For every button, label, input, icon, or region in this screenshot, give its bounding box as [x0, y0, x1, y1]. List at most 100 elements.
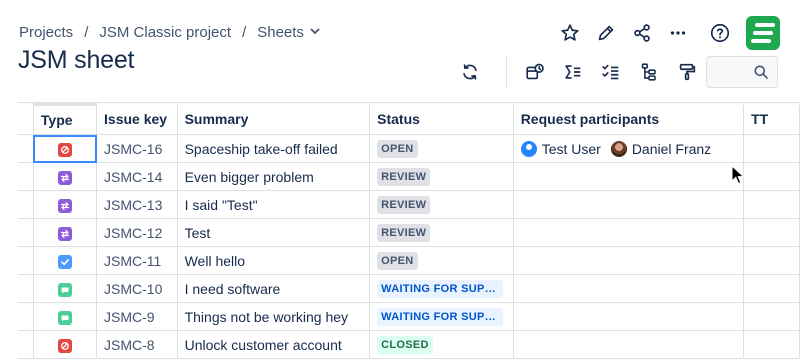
issue-key-cell[interactable]: JSMC-11 [96, 246, 178, 275]
type-cell[interactable] [33, 246, 98, 275]
status-lozenge: REVIEW [377, 167, 431, 186]
breadcrumb-sheets[interactable]: Sheets [257, 24, 304, 41]
app-logo[interactable] [746, 16, 780, 50]
pencil-icon[interactable] [588, 17, 624, 49]
tt-cell[interactable] [743, 162, 800, 191]
summary-cell[interactable]: I said "Test" [177, 190, 371, 219]
ticket-status-icon[interactable] [517, 56, 553, 88]
request-participants-cell[interactable] [513, 190, 745, 219]
tt-cell[interactable] [743, 246, 800, 275]
issue-key-cell[interactable]: JSMC-13 [96, 190, 178, 219]
header-row: Type Issue key Summary Status Request pa… [18, 103, 800, 135]
issue-key-cell[interactable]: JSMC-12 [96, 218, 178, 247]
help-icon[interactable] [702, 17, 738, 49]
status-cell[interactable]: REVIEW [369, 218, 514, 247]
breadcrumb-project[interactable]: JSM Classic project [99, 24, 231, 41]
summary-cell[interactable]: I need software [177, 274, 371, 303]
participant-name: Test User [541, 141, 601, 158]
table-row[interactable]: JSMC-10 I need software WAITING FOR SUPPOR… [18, 274, 800, 303]
summary-cell[interactable]: Well hello [177, 246, 371, 275]
summary-cell[interactable]: Unlock customer account [177, 330, 371, 359]
table-row[interactable]: JSMC-8 Unlock customer account CLOSED [18, 330, 800, 359]
table-row[interactable]: JSMC-16 Spaceship take-off failed OPEN Test… [18, 134, 800, 163]
tt-cell[interactable] [743, 274, 800, 303]
more-icon[interactable] [660, 17, 696, 49]
chevron-down-icon[interactable] [310, 26, 320, 38]
type-cell[interactable] [33, 162, 98, 191]
checklist-icon[interactable] [593, 56, 629, 88]
hierarchy-icon[interactable] [631, 56, 667, 88]
row-gutter[interactable] [18, 134, 34, 163]
type-cell[interactable] [33, 190, 98, 219]
row-gutter[interactable] [18, 218, 34, 247]
summary-cell[interactable]: Test [177, 218, 371, 247]
table-row[interactable]: JSMC-14 Even bigger problem REVIEW [18, 162, 800, 191]
change-type-icon [57, 198, 72, 213]
status-cell[interactable]: OPEN [369, 246, 514, 275]
summary-cell[interactable]: Spaceship take-off failed [177, 134, 371, 163]
status-cell[interactable]: REVIEW [369, 190, 514, 219]
row-gutter-header [18, 104, 34, 135]
type-cell[interactable] [33, 218, 98, 247]
search-input[interactable] [706, 56, 778, 88]
type-cell[interactable] [33, 302, 98, 331]
request-participants-cell[interactable] [513, 246, 745, 275]
status-cell[interactable]: WAITING FOR SUPPORT [369, 274, 514, 303]
tt-cell[interactable] [743, 190, 800, 219]
request-participants-cell[interactable]: Test User Daniel Franz [513, 134, 745, 163]
status-cell[interactable]: REVIEW [369, 162, 514, 191]
table-row[interactable]: JSMC-13 I said "Test" REVIEW [18, 190, 800, 219]
request-participants-cell[interactable] [513, 162, 745, 191]
issue-key-cell[interactable]: JSMC-10 [96, 274, 178, 303]
column-header-issue-key[interactable]: Issue key [96, 104, 178, 135]
paint-roller-icon[interactable] [669, 56, 705, 88]
table-row[interactable]: JSMC-9 Things not be working hey WAITING F… [18, 302, 800, 331]
row-gutter[interactable] [18, 302, 34, 331]
type-cell[interactable] [33, 274, 98, 303]
row-gutter[interactable] [18, 330, 34, 359]
request-participants-cell[interactable] [513, 274, 745, 303]
issue-key-cell[interactable]: JSMC-8 [96, 330, 178, 359]
type-cell[interactable] [33, 134, 98, 163]
row-gutter[interactable] [18, 274, 34, 303]
summary-cell[interactable]: Even bigger problem [177, 162, 371, 191]
incident-type-icon [57, 142, 72, 157]
table-row[interactable]: JSMC-12 Test REVIEW [18, 218, 800, 247]
status-lozenge: WAITING FOR SUPPORT [377, 307, 504, 326]
sum-icon[interactable] [555, 56, 591, 88]
status-lozenge: REVIEW [377, 223, 431, 242]
column-header-tt[interactable]: TT [743, 104, 800, 135]
table-row[interactable]: JSMC-11 Well hello OPEN [18, 246, 800, 275]
breadcrumb-separator: / [242, 23, 247, 41]
issue-key-cell[interactable]: JSMC-9 [96, 302, 178, 331]
breadcrumb-projects[interactable]: Projects [19, 24, 73, 41]
share-icon[interactable] [624, 17, 660, 49]
status-lozenge: WAITING FOR SUPPORT [377, 279, 504, 298]
column-header-request-participants[interactable]: Request participants [513, 104, 745, 135]
summary-cell[interactable]: Things not be working hey [177, 302, 371, 331]
issue-key-cell[interactable]: JSMC-16 [96, 134, 178, 163]
refresh-icon[interactable] [452, 56, 488, 88]
status-cell[interactable]: CLOSED [369, 330, 514, 359]
row-gutter[interactable] [18, 246, 34, 275]
type-cell[interactable] [33, 330, 98, 359]
tt-cell[interactable] [743, 134, 800, 163]
row-gutter[interactable] [18, 190, 34, 219]
request-participants-cell[interactable] [513, 218, 745, 247]
tt-cell[interactable] [743, 330, 800, 359]
column-header-status[interactable]: Status [369, 104, 514, 135]
request-participants-cell[interactable] [513, 302, 745, 331]
tt-cell[interactable] [743, 302, 800, 331]
participant-chip: Daniel Franz [610, 141, 711, 158]
issue-key-cell[interactable]: JSMC-14 [96, 162, 178, 191]
status-cell[interactable]: OPEN [369, 134, 514, 163]
avatar [520, 141, 537, 158]
status-cell[interactable]: WAITING FOR SUPPORT [369, 302, 514, 331]
column-header-summary[interactable]: Summary [177, 104, 371, 135]
row-gutter[interactable] [18, 162, 34, 191]
star-icon[interactable] [552, 17, 588, 49]
header-actions [552, 16, 780, 50]
tt-cell[interactable] [743, 218, 800, 247]
column-header-type[interactable]: Type [33, 103, 98, 135]
request-participants-cell[interactable] [513, 330, 745, 359]
